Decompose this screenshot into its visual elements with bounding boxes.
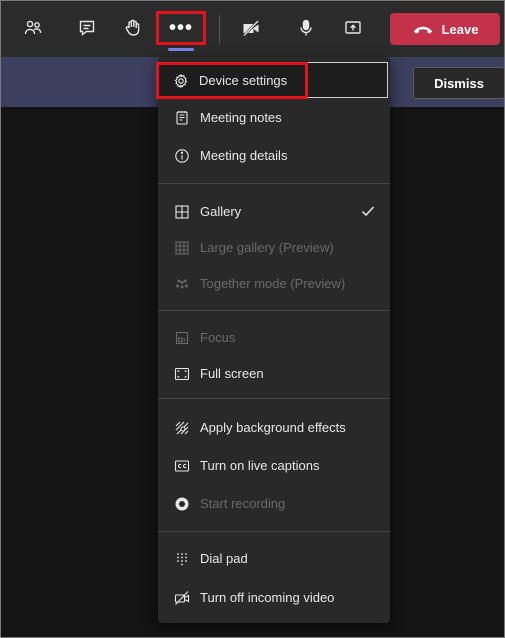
raise-hand-icon[interactable]	[117, 12, 149, 44]
leave-label: Leave	[441, 21, 479, 37]
microphone-icon[interactable]	[290, 12, 322, 44]
active-indicator	[168, 48, 194, 51]
menu-divider	[158, 531, 390, 532]
menu-item-meeting-notes[interactable]: Meeting notes	[158, 100, 390, 136]
menu-item-together-mode: Together mode (Preview)	[158, 266, 390, 302]
menu-item-label: Together mode (Preview)	[200, 276, 346, 291]
camera-off-icon[interactable]	[235, 12, 267, 44]
menu-item-live-captions[interactable]: Turn on live captions	[158, 448, 390, 484]
menu-item-focus: Focus	[158, 320, 390, 356]
menu-item-label: Large gallery (Preview)	[200, 240, 334, 255]
menu-item-turn-off-incoming-video[interactable]: Turn off incoming video	[158, 580, 390, 616]
full-screen-icon	[174, 366, 190, 382]
more-actions-menu: Device settings Meeting notes Meeting de…	[156, 57, 390, 623]
notes-icon	[174, 110, 190, 126]
background-effects-icon	[174, 420, 190, 436]
gallery-icon	[174, 204, 190, 220]
more-icon: •••	[168, 16, 193, 39]
leave-button[interactable]: Leave	[390, 13, 500, 45]
menu-divider	[158, 398, 390, 399]
share-screen-icon[interactable]	[337, 12, 369, 44]
menu-item-label: Full screen	[200, 366, 264, 381]
info-icon	[174, 148, 190, 164]
toolbar-divider	[219, 15, 220, 43]
phone-hangup-icon	[413, 26, 432, 34]
focus-icon	[174, 330, 190, 346]
menu-item-gallery[interactable]: Gallery	[158, 194, 390, 230]
meeting-toolbar: ••• Leave	[1, 1, 504, 57]
gear-icon	[173, 73, 189, 89]
menu-item-label: Turn off incoming video	[200, 590, 335, 605]
video-off-icon	[174, 590, 190, 606]
dismiss-button[interactable]: Dismiss	[413, 67, 504, 99]
menu-item-dial-pad[interactable]: Dial pad	[158, 541, 390, 577]
menu-item-label: Apply background effects	[200, 420, 346, 435]
menu-item-large-gallery: Large gallery (Preview)	[158, 230, 390, 266]
menu-item-start-recording: Start recording	[158, 486, 390, 522]
more-actions-button[interactable]: •••	[156, 11, 206, 45]
menu-item-label: Start recording	[200, 496, 286, 511]
participants-icon[interactable]	[17, 12, 49, 44]
menu-item-full-screen[interactable]: Full screen	[158, 356, 390, 392]
menu-item-label: Turn on live captions	[200, 458, 320, 473]
dial-pad-icon	[174, 551, 190, 567]
chat-icon[interactable]	[71, 12, 103, 44]
together-mode-icon	[174, 276, 190, 292]
record-icon	[174, 496, 190, 512]
menu-divider	[158, 310, 390, 311]
menu-item-label: Meeting notes	[200, 110, 282, 125]
menu-item-label: Device settings	[199, 73, 288, 88]
large-gallery-icon	[174, 240, 190, 256]
meeting-window: ••• Leave Dismiss Device settings Meetin…	[0, 0, 505, 638]
menu-item-label: Dial pad	[200, 551, 248, 566]
menu-item-meeting-details[interactable]: Meeting details	[158, 138, 390, 174]
menu-item-label: Meeting details	[200, 148, 288, 163]
menu-item-label: Gallery	[200, 204, 242, 219]
menu-divider	[158, 183, 390, 184]
captions-icon	[174, 458, 190, 474]
menu-item-label: Focus	[200, 330, 236, 345]
menu-item-device-settings[interactable]: Device settings	[156, 62, 388, 98]
checkmark-icon	[360, 203, 376, 219]
menu-item-background-effects[interactable]: Apply background effects	[158, 410, 390, 446]
